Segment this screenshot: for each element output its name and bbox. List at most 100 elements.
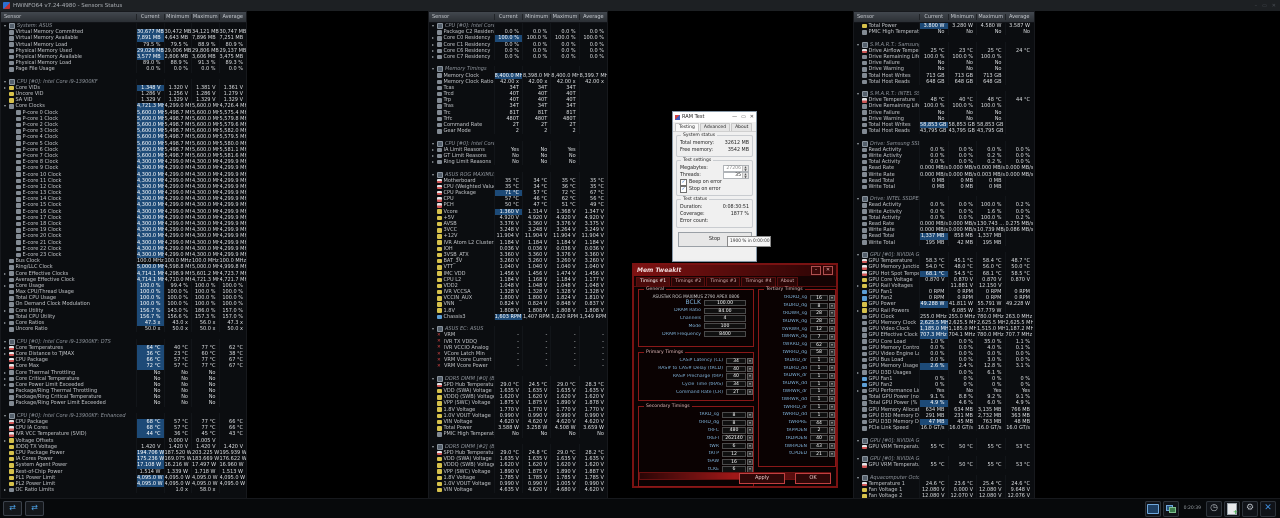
dropdown-icon[interactable]: ▾ bbox=[829, 372, 835, 379]
dropdown-icon[interactable]: ▾ bbox=[829, 294, 835, 301]
timing-value[interactable]: 1 bbox=[810, 372, 828, 379]
dropdown-icon[interactable]: ▾ bbox=[747, 458, 753, 465]
column-header-maximum[interactable]: Maximum bbox=[976, 14, 1005, 20]
clock-button[interactable]: ◷ bbox=[1206, 500, 1222, 517]
timing-value[interactable]: 1 bbox=[810, 388, 828, 395]
close-icon[interactable]: ✕ bbox=[1272, 3, 1276, 9]
dropdown-icon[interactable]: ▾ bbox=[829, 325, 835, 333]
tab-testing[interactable]: Testing bbox=[675, 123, 699, 131]
dropdown-icon[interactable]: ▾ bbox=[747, 373, 753, 380]
dropdown-icon[interactable]: ▾ bbox=[829, 411, 835, 418]
maximize-icon[interactable]: ▭ bbox=[1262, 3, 1267, 9]
timing-value[interactable]: 1 bbox=[810, 364, 828, 372]
timing-value[interactable]: 12 bbox=[722, 450, 746, 457]
column-header-sensor[interactable]: Sensor bbox=[854, 14, 919, 20]
checkbox-icon[interactable]: ✓ bbox=[680, 186, 687, 193]
timing-value[interactable]: 43 bbox=[810, 442, 828, 450]
timing-value[interactable]: 58 bbox=[810, 349, 828, 356]
dropdown-icon[interactable]: ▾ bbox=[829, 427, 835, 434]
timing-value[interactable]: 12 bbox=[810, 325, 828, 333]
column-header-maximum[interactable]: Maximum bbox=[550, 14, 578, 20]
timing-value[interactable]: 1 bbox=[810, 411, 828, 418]
timing-value[interactable]: 4 bbox=[704, 315, 746, 322]
timing-value[interactable]: 100.00 bbox=[704, 299, 746, 306]
sensor-row[interactable]: PMIC High TemperatureNoNoNoNo bbox=[854, 29, 1034, 36]
tab-timings1[interactable]: Timings #1 bbox=[636, 277, 671, 286]
threads-stepper[interactable]: 35 ▲ ▼ bbox=[723, 172, 749, 179]
column-header-sensor[interactable]: Sensor bbox=[1, 14, 136, 20]
timing-value[interactable]: 7 bbox=[810, 333, 828, 340]
ok-button[interactable]: OK bbox=[795, 472, 831, 484]
sensor-row[interactable]: Gear Mode 2 2 2 bbox=[429, 128, 607, 135]
column-header-minimum[interactable]: Minimum bbox=[947, 14, 977, 20]
column-header-minimum[interactable]: Minimum bbox=[163, 14, 192, 20]
sensor-row[interactable]: ▸ Core C7 Residency 0.0 % 0.0 % 0.0 % 0.0 % bbox=[429, 53, 607, 61]
sensor-row[interactable]: VIN Voltage 4.635 V 4.620 V 4.680 V 4.620 V bbox=[429, 487, 607, 494]
dropdown-icon[interactable]: ▾ bbox=[829, 310, 835, 317]
tab-timings3[interactable]: Timings #3 bbox=[706, 277, 741, 286]
column-header-minimum[interactable]: Minimum bbox=[521, 14, 550, 20]
column-header-average[interactable]: Average bbox=[578, 14, 607, 20]
dropdown-icon[interactable]: ▾ bbox=[829, 396, 835, 403]
timing-value[interactable]: 28 bbox=[810, 310, 828, 317]
dropdown-icon[interactable]: ▾ bbox=[829, 357, 835, 364]
sensor-row[interactable]: Package/Ring Power Limit Exceeded No No No bbox=[1, 400, 246, 407]
dropdown-icon[interactable]: ▾ bbox=[829, 442, 835, 450]
timing-value[interactable]: 1 bbox=[810, 403, 828, 411]
sensor-row[interactable]: Write Total 0 MB 0 MB 0 MB bbox=[854, 183, 1034, 191]
dropdown-icon[interactable]: ▾ bbox=[829, 388, 835, 395]
dropdown-icon[interactable]: ▾ bbox=[747, 388, 753, 396]
dropdown-icon[interactable]: ▾ bbox=[747, 411, 753, 418]
tab-timings2[interactable]: Timings #2 bbox=[671, 277, 706, 286]
timing-value[interactable]: 28 bbox=[810, 318, 828, 325]
dropdown-icon[interactable]: ▾ bbox=[747, 357, 753, 364]
timing-value[interactable]: 8 bbox=[722, 419, 746, 426]
timing-value[interactable]: 40 bbox=[726, 373, 746, 380]
column-header-current[interactable]: Current bbox=[493, 14, 522, 20]
apply-button[interactable]: Apply bbox=[739, 472, 785, 484]
sensor-row[interactable]: Uncore Ratio 50.0 x 50.0 x 50.0 x 50.0 x bbox=[1, 326, 246, 333]
dropdown-icon[interactable]: ▾ bbox=[829, 435, 835, 442]
checkbox-stop-on-error[interactable]: ✓ Stop on error bbox=[680, 186, 749, 193]
column-header-sensor[interactable]: Sensor bbox=[429, 14, 494, 20]
dropdown-icon[interactable]: ▾ bbox=[747, 435, 753, 442]
tab-advanced[interactable]: Advanced bbox=[699, 123, 731, 131]
close-icon[interactable]: ✕ bbox=[823, 266, 833, 275]
dropdown-icon[interactable]: ▾ bbox=[829, 403, 835, 411]
memtweakit-titlebar[interactable]: Mem TweakIt – ✕ bbox=[634, 265, 836, 276]
timing-value[interactable]: 262140 bbox=[722, 435, 746, 442]
timing-value[interactable]: 6 bbox=[722, 442, 746, 450]
dropdown-icon[interactable]: ▾ bbox=[747, 365, 753, 372]
dropdown-icon[interactable]: ▾ bbox=[747, 419, 753, 426]
close-icon[interactable]: ✕ bbox=[750, 114, 754, 120]
dropdown-icon[interactable]: ▾ bbox=[747, 427, 753, 434]
timing-value[interactable]: 16 bbox=[722, 458, 746, 465]
dropdown-icon[interactable]: ▾ bbox=[747, 442, 753, 450]
sensor-row[interactable]: PCIe Link Speed 16.0 GT/s 16.0 GT/s 16.0 GT… bbox=[854, 425, 1034, 432]
dropdown-icon[interactable]: ▾ bbox=[829, 333, 835, 340]
megabytes-stepper[interactable]: 27206 ▲ ▼ bbox=[723, 165, 749, 172]
timing-value[interactable]: 84.00 bbox=[704, 307, 746, 314]
timing-value[interactable]: 8400 bbox=[704, 330, 746, 338]
timing-value[interactable]: 8 bbox=[810, 302, 828, 309]
dropdown-icon[interactable]: ▾ bbox=[829, 380, 835, 387]
checkbox-beep-on-error[interactable]: ✓ Beep on error bbox=[680, 179, 749, 186]
timing-value[interactable]: 34 bbox=[726, 357, 746, 364]
column-header-current[interactable]: Current bbox=[136, 14, 164, 20]
sensor-row[interactable]: Total Host Reads 43,795 GB 43,795 GB 43,795… bbox=[854, 128, 1034, 135]
timing-value[interactable]: 2 bbox=[810, 427, 828, 434]
column-header-average[interactable]: Average bbox=[218, 14, 247, 20]
sensor-row[interactable]: GPU VRM Temperature55 °C50 °C55 °C53 °C bbox=[854, 443, 1034, 450]
timing-value[interactable]: 1 bbox=[810, 357, 828, 364]
tab-about[interactable]: About bbox=[731, 123, 753, 131]
checkbox-icon[interactable]: ✓ bbox=[680, 179, 687, 186]
dropdown-icon[interactable]: ▾ bbox=[747, 450, 753, 457]
dropdown-icon[interactable]: ▾ bbox=[829, 419, 835, 426]
timing-value[interactable]: 40 bbox=[726, 365, 746, 372]
column-header-maximum[interactable]: Maximum bbox=[191, 14, 219, 20]
timing-value[interactable]: 480 bbox=[722, 427, 746, 434]
timing-value[interactable]: 34 bbox=[726, 381, 746, 388]
dropdown-icon[interactable]: ▾ bbox=[829, 450, 835, 457]
timing-value[interactable]: 1 bbox=[810, 396, 828, 403]
column-header-current[interactable]: Current bbox=[919, 14, 948, 20]
